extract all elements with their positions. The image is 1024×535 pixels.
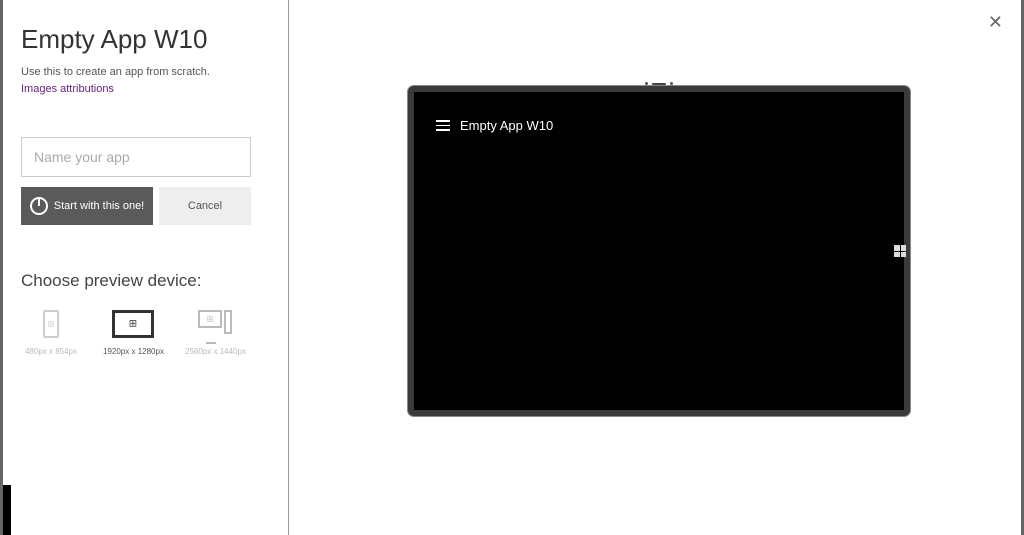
action-row: Start with this one! Cancel xyxy=(21,187,268,225)
app-name-input[interactable] xyxy=(21,137,251,177)
device-label: 480px x 854px xyxy=(21,347,81,356)
device-row: 480px x 854px 1920px x 1280px 2560px x 1… xyxy=(21,307,268,356)
page-subtitle: Use this to create an app from scratch. xyxy=(21,65,268,79)
close-button[interactable]: ✕ xyxy=(988,12,1003,33)
tablet-icon xyxy=(103,307,163,341)
phone-icon xyxy=(21,307,81,341)
desktop-icon xyxy=(185,307,245,341)
sidebar-panel: Empty App W10 Use this to create an app … xyxy=(11,0,289,535)
device-preview-frame: Empty App W10 xyxy=(408,86,910,416)
device-label: 1920px x 1280px xyxy=(103,347,163,356)
device-option-desktop[interactable]: 2560px x 1440px xyxy=(185,307,245,356)
cancel-button[interactable]: Cancel xyxy=(159,187,251,225)
preview-area: ✕ Empty App W10 xyxy=(290,0,1021,535)
app-screen: Empty App W10 xyxy=(428,108,890,394)
app-preview-title: Empty App W10 xyxy=(460,118,553,133)
device-label: 2560px x 1440px xyxy=(185,347,245,356)
windows-logo-icon xyxy=(894,245,906,257)
page-title: Empty App W10 xyxy=(21,24,268,55)
window-edge-left xyxy=(0,0,3,535)
start-button[interactable]: Start with this one! xyxy=(21,187,153,225)
footer-strip-left xyxy=(3,485,11,535)
device-option-tablet[interactable]: 1920px x 1280px xyxy=(103,307,163,356)
device-option-phone[interactable]: 480px x 854px xyxy=(21,307,81,356)
camera-notch xyxy=(645,82,673,85)
device-bezel: Empty App W10 xyxy=(414,92,904,410)
start-button-label: Start with this one! xyxy=(54,200,145,212)
device-heading: Choose preview device: xyxy=(21,271,268,291)
hamburger-icon[interactable] xyxy=(436,120,450,131)
power-icon xyxy=(30,197,48,215)
attributions-link[interactable]: Images attributions xyxy=(21,83,114,95)
